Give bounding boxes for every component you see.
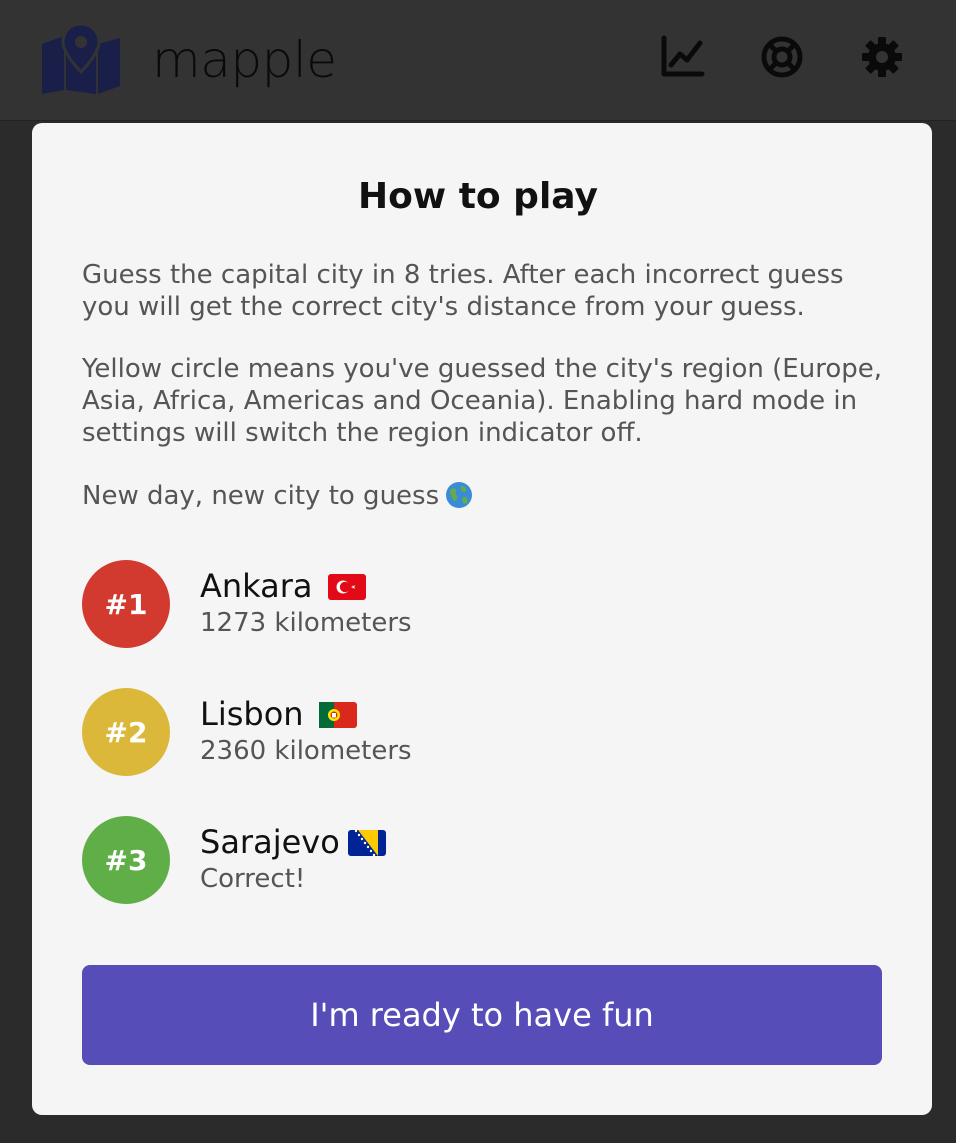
result-text: Correct! xyxy=(200,864,306,894)
turkey-flag-icon xyxy=(328,574,366,600)
gear-icon xyxy=(862,37,902,77)
example-guess: #2 Lisbon 2360 kilometers xyxy=(82,688,782,778)
example-guess: #3 Sarajevo Correct! xyxy=(82,816,782,906)
lifebuoy-icon xyxy=(761,36,803,78)
daily-text: New day, new city to guess xyxy=(82,481,440,511)
app-header: mapple xyxy=(0,0,956,121)
example-guess: #1 Ankara 1273 kilometers xyxy=(82,560,782,650)
region-paragraph: Yellow circle means you've guessed the c… xyxy=(82,354,882,448)
city-name: Ankara xyxy=(200,567,313,605)
portugal-flag-icon xyxy=(319,702,357,728)
daily-paragraph: New day, new city to guess xyxy=(82,480,892,512)
app-title: mapple xyxy=(152,31,337,89)
ready-button[interactable]: I'm ready to have fun xyxy=(82,965,882,1065)
stats-button[interactable] xyxy=(660,34,706,80)
city-name: Sarajevo xyxy=(200,823,340,861)
modal-title: How to play xyxy=(358,176,598,217)
rank-badge: #2 xyxy=(82,688,170,776)
instructions-paragraph: Guess the capital city in 8 tries. After… xyxy=(82,260,844,322)
rank-badge: #1 xyxy=(82,560,170,648)
distance-text: 1273 kilometers xyxy=(200,608,412,638)
bosnia-flag-icon xyxy=(348,830,386,856)
rank-badge: #3 xyxy=(82,816,170,904)
settings-button[interactable] xyxy=(859,34,905,80)
help-button[interactable] xyxy=(759,34,805,80)
globe-icon xyxy=(445,481,473,509)
map-pin-logo-icon xyxy=(40,22,122,94)
distance-text: 2360 kilometers xyxy=(200,736,412,766)
chart-line-icon xyxy=(661,35,705,77)
city-name: Lisbon xyxy=(200,695,304,733)
